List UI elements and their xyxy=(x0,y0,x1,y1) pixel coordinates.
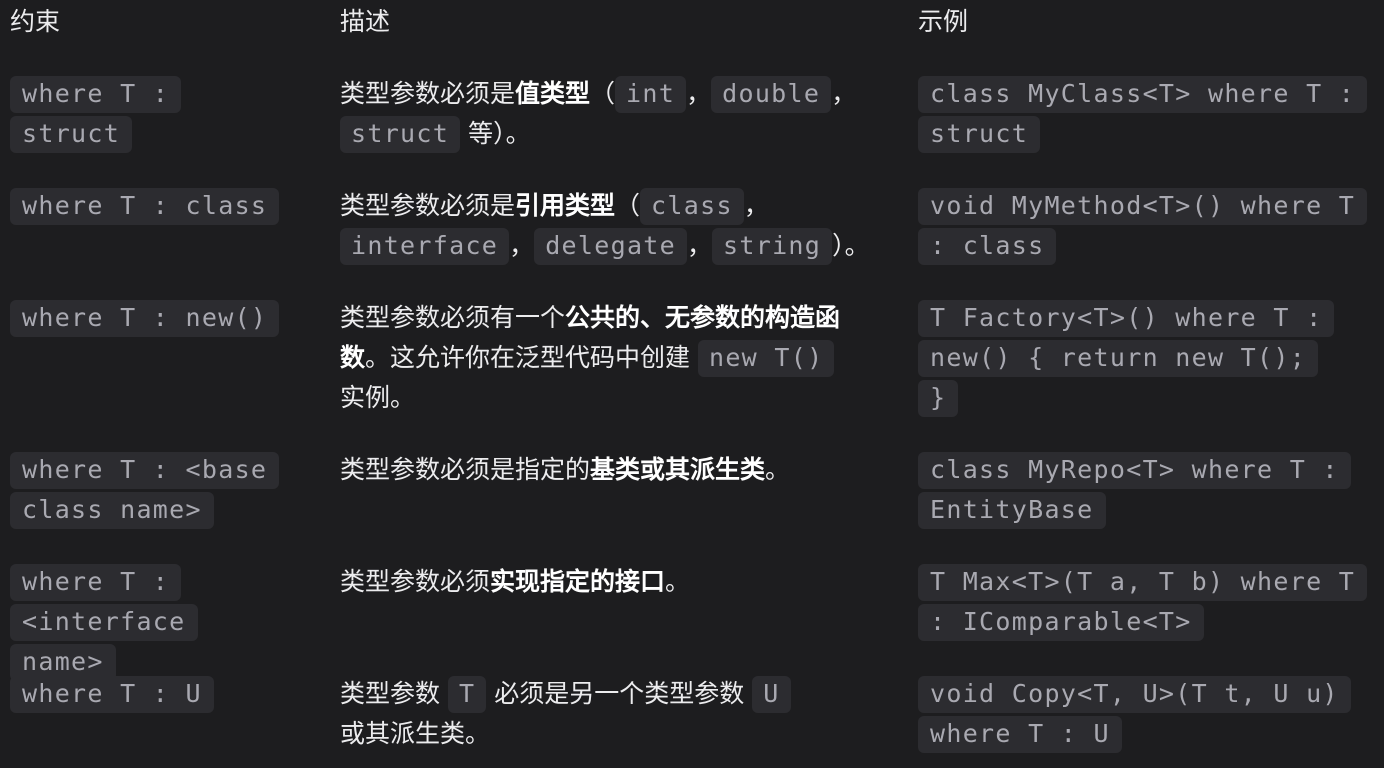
example-code: class MyClass<T> where T : struct xyxy=(918,76,1368,153)
desc-text: 。这允许你在泛型代码中创建 xyxy=(365,343,691,372)
inline-code: struct xyxy=(340,116,461,153)
constraint-code: where T : new() xyxy=(10,300,280,337)
desc-text: 类型参数必须有一个 xyxy=(340,303,566,332)
example-cell: void Copy<T, U>(T t, U u) where T : U xyxy=(918,674,1358,754)
desc-text: （ xyxy=(590,79,616,108)
desc-text: 类型参数必须是 xyxy=(340,79,516,108)
constraint-cell: where T : class xyxy=(10,186,310,226)
desc-text: ）。 xyxy=(832,231,870,260)
example-code: void Copy<T, U>(T t, U u) where T : U xyxy=(918,676,1351,753)
example-code: class MyRepo<T> where T : EntityBase xyxy=(918,452,1351,529)
desc-text: 类型参数必须 xyxy=(340,567,491,596)
desc-text: 类型参数必须是指定的 xyxy=(340,455,591,484)
example-cell: class MyRepo<T> where T : EntityBase xyxy=(918,450,1358,530)
example-cell: void MyMethod<T>() where T : class xyxy=(918,186,1378,266)
inline-code: delegate xyxy=(534,228,687,265)
header-example: 示例 xyxy=(918,7,969,36)
description-cell: 类型参数 T 必须是另一个类型参数 U 或其派生类。 xyxy=(340,674,870,754)
header-constraint: 约束 xyxy=(10,7,61,36)
inline-code: new T() xyxy=(697,340,835,377)
constraint-cell: where T : <base class name> xyxy=(10,450,280,530)
constraint-cell: where T : struct xyxy=(10,74,190,154)
description-cell: 类型参数必须实现指定的接口。 xyxy=(340,562,870,602)
inline-code: string xyxy=(712,228,833,265)
example-cell: T Factory<T>() where T : new() { return … xyxy=(918,298,1348,418)
constraint-code: where T : struct xyxy=(10,76,182,153)
header-description: 描述 xyxy=(340,7,391,36)
constraint-code: where T : class xyxy=(10,188,280,225)
desc-text: 等）。 xyxy=(468,119,531,148)
constraint-cell: where T : <interface name> xyxy=(10,562,198,682)
inline-code: double xyxy=(711,76,832,113)
desc-text: ， xyxy=(743,191,769,220)
constraint-code: where T : U xyxy=(10,676,214,713)
desc-text: 类型参数 xyxy=(340,679,441,708)
inline-code: class xyxy=(640,188,744,225)
inline-code: interface xyxy=(340,228,510,265)
constraint-cell: where T : U xyxy=(10,674,310,714)
desc-text: ， xyxy=(509,231,535,260)
desc-text: ， xyxy=(686,79,712,108)
desc-bold: 值类型 xyxy=(515,79,591,108)
description-cell: 类型参数必须有一个公共的、无参数的构造函数。这允许你在泛型代码中创建 new T… xyxy=(340,298,860,418)
example-code: T Factory<T>() where T : new() { return … xyxy=(918,300,1335,417)
desc-bold: 引用类型 xyxy=(515,191,616,220)
constraint-code: where T : <base class name> xyxy=(10,452,280,529)
desc-text: 。 xyxy=(765,455,791,484)
desc-bold: 基类或其派生类 xyxy=(590,455,766,484)
constraint-cell: where T : new() xyxy=(10,298,310,338)
desc-text: 实例。 xyxy=(340,383,416,412)
desc-text: （ xyxy=(615,191,641,220)
desc-text: 或其派生类。 xyxy=(340,719,491,748)
example-code: void MyMethod<T>() where T : class xyxy=(918,188,1368,265)
description-cell: 类型参数必须是引用类型（ class， interface， delegate， st… xyxy=(340,186,870,266)
inline-code: U xyxy=(752,676,791,713)
desc-text: ， xyxy=(687,231,713,260)
desc-text: 。 xyxy=(665,567,691,596)
desc-text: ， xyxy=(831,79,857,108)
example-cell: T Max<T>(T a, T b) where T : IComparable… xyxy=(918,562,1378,642)
description-cell: 类型参数必须是指定的基类或其派生类。 xyxy=(340,450,870,490)
example-cell: class MyClass<T> where T : struct xyxy=(918,74,1378,154)
description-cell: 类型参数必须是值类型（ int， double， struct 等）。 xyxy=(340,74,870,154)
desc-text: 类型参数必须是 xyxy=(340,191,516,220)
inline-code: int xyxy=(615,76,687,113)
example-code: T Max<T>(T a, T b) where T : IComparable… xyxy=(918,564,1368,641)
inline-code: T xyxy=(447,676,487,713)
constraint-code: where T : <interface name> xyxy=(10,564,198,681)
desc-bold: 实现指定的接口 xyxy=(490,567,666,596)
desc-text: 必须是另一个类型参数 xyxy=(494,679,745,708)
